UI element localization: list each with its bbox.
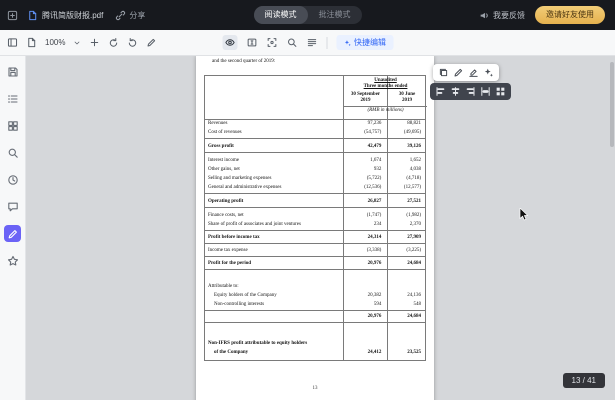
- page-footer-number: 13: [312, 386, 318, 391]
- left-sidebar: [0, 56, 26, 400]
- sidebar-comment-icon[interactable]: [4, 198, 21, 215]
- table-row: Attributable to:: [208, 284, 239, 290]
- distribute-icon[interactable]: [480, 86, 491, 97]
- align-center-icon[interactable]: [450, 86, 461, 97]
- mouse-cursor: [519, 208, 529, 221]
- edit-pen-icon[interactable]: [453, 67, 464, 78]
- header-col2-date: 30 June 2019: [387, 91, 427, 107]
- table-row: Cost of revenues (54,757) (49,695): [208, 130, 421, 136]
- header-unit: (RMB in millions): [367, 108, 404, 113]
- mode-read-tab[interactable]: 阅读模式: [253, 6, 308, 24]
- table-row: of the Company 24,412 23,525: [214, 350, 421, 356]
- mode-annotate-tab[interactable]: 批注模式: [308, 6, 362, 24]
- toolbar: 100% 快捷编辑: [0, 30, 615, 56]
- sidebar-annotate-icon[interactable]: [4, 225, 21, 242]
- app-window: 腾讯简版财报.pdf 分享 阅读模式 批注模式 我要反馈 邀请好友使用 100%: [0, 0, 615, 400]
- rotate-right-icon[interactable]: [127, 37, 138, 48]
- rotate-left-icon[interactable]: [108, 37, 119, 48]
- alignment-toolbar: [430, 83, 511, 100]
- table-row: Revenues 97,236 88,821: [208, 121, 421, 127]
- table-row: Income tax expense (3,338) (3,225): [208, 248, 421, 254]
- toolbar-divider: [326, 36, 327, 49]
- sparkle-icon: [343, 39, 351, 47]
- quick-edit-label: 快捷编辑: [354, 38, 386, 47]
- share-label: 分享: [129, 10, 146, 20]
- table-body: Revenues 97,236 88,821 Cost of revenues (54,…: [205, 120, 425, 358]
- zoom-level[interactable]: 100%: [45, 38, 65, 47]
- table-row: 20,976 24,684: [367, 314, 421, 320]
- mode-toggle: 阅读模式 批注模式: [253, 6, 362, 24]
- document-tab[interactable]: 腾讯简版财报.pdf: [27, 10, 103, 21]
- toolbar-center-group: 快捷编辑: [222, 35, 393, 50]
- quick-edit-button[interactable]: 快捷编辑: [336, 35, 393, 50]
- table-row: Non-controlling interests 594 548: [214, 302, 421, 308]
- sidebar-thumbnails-icon[interactable]: [4, 117, 21, 134]
- table-row: Other gains, net 932 4,038: [208, 167, 421, 173]
- table-spacer: [205, 322, 425, 340]
- sidebar-outline-icon[interactable]: [4, 90, 21, 107]
- table-row: Operating profit 26,827 27,521: [208, 199, 421, 205]
- megaphone-icon: [479, 10, 490, 21]
- sidebar-star-icon[interactable]: [4, 252, 21, 269]
- copy-icon[interactable]: [438, 67, 449, 78]
- sidebar-toggle-icon[interactable]: [7, 37, 18, 48]
- pdf-page: and the second quarter of 2019: Unaudite…: [196, 56, 434, 400]
- table-row: Finance costs, net (1,747) (1,982): [208, 213, 421, 219]
- scrollbar-thumb[interactable]: [610, 62, 614, 147]
- table-row: Selling and marketing expenses (5,722) (4,…: [208, 176, 421, 182]
- intro-text: and the second quarter of 2019:: [212, 59, 276, 64]
- document-canvas[interactable]: and the second quarter of 2019: Unaudite…: [26, 56, 615, 400]
- screenshot-icon[interactable]: [266, 37, 277, 48]
- table-row: Equity holders of the Company 20,382 24,13…: [214, 293, 421, 299]
- annotate-pen-icon[interactable]: [146, 37, 157, 48]
- share-button[interactable]: 分享: [115, 10, 145, 21]
- header-col1-date: 30 September 2019: [344, 91, 387, 107]
- table-row: Share of profit of associates and joint …: [208, 222, 421, 228]
- titlebar: 腾讯简版财报.pdf 分享 阅读模式 批注模式 我要反馈 邀请好友使用: [0, 0, 615, 30]
- zoom-in-icon[interactable]: [89, 37, 100, 48]
- table-spacer: [205, 269, 425, 283]
- align-left-icon[interactable]: [435, 86, 446, 97]
- page-layout-icon[interactable]: [26, 37, 37, 48]
- search-icon[interactable]: [286, 37, 297, 48]
- view-mode-icon[interactable]: [222, 35, 237, 50]
- grid-icon[interactable]: [495, 86, 506, 97]
- sidebar-history-icon[interactable]: [4, 171, 21, 188]
- highlighter-icon[interactable]: [468, 67, 479, 78]
- invite-button[interactable]: 邀请好友使用: [535, 6, 605, 24]
- sparkle-icon[interactable]: [483, 67, 494, 78]
- table-row: Profit for the period 20,976 24,684: [208, 261, 421, 267]
- table-row: Interest income 1,674 1,652: [208, 158, 421, 164]
- document-title: 腾讯简版财报.pdf: [42, 10, 104, 20]
- table-row: Profit before income tax 24,314 27,909: [208, 235, 421, 241]
- table-row: Gross profit 42,479 39,126: [208, 144, 421, 150]
- sidebar-save-icon[interactable]: [4, 63, 21, 80]
- table-row: Non-IFRS profit attributable to equity h…: [208, 341, 308, 347]
- align-right-icon[interactable]: [465, 86, 476, 97]
- titlebar-right-group: 我要反馈 邀请好友使用: [479, 6, 605, 24]
- zoom-caret-icon[interactable]: [73, 39, 81, 47]
- page-indicator: 13 / 41: [562, 373, 605, 388]
- feedback-button[interactable]: 我要反馈: [479, 10, 525, 21]
- text-select-icon[interactable]: [246, 37, 257, 48]
- sidebar-search-icon[interactable]: [4, 144, 21, 161]
- table-header: Unaudited Three months ended 30 Septembe…: [205, 76, 427, 120]
- feedback-label: 我要反馈: [493, 10, 525, 20]
- reading-mode-icon[interactable]: [306, 37, 317, 48]
- app-logo-icon[interactable]: [7, 10, 18, 21]
- selection-toolbar: [433, 64, 499, 81]
- toolbar-left-group: 100%: [7, 37, 157, 48]
- header-unaudited: Unaudited: [374, 78, 397, 83]
- pdf-file-icon: [27, 10, 38, 21]
- link-icon: [115, 10, 126, 21]
- table-row: General and administrative expenses (12,5…: [208, 185, 421, 191]
- financial-table: Unaudited Three months ended 30 Septembe…: [204, 75, 427, 361]
